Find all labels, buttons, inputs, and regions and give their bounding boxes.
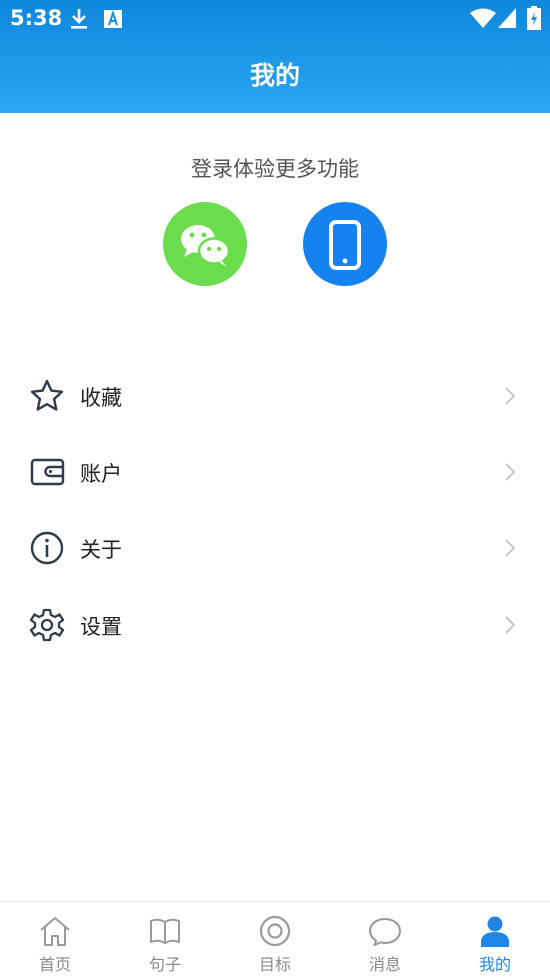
chevron-right-icon xyxy=(505,616,516,634)
wechat-icon xyxy=(181,225,231,266)
wechat-login-button[interactable] xyxy=(163,202,247,286)
home-icon xyxy=(40,917,70,946)
status-time: 5:38 xyxy=(10,6,63,30)
gear-icon xyxy=(29,608,65,642)
tab-label: 首页 xyxy=(38,955,71,974)
chevron-right-icon xyxy=(505,539,516,557)
phone-login-button[interactable] xyxy=(303,202,387,286)
phone-icon xyxy=(329,220,361,270)
battery-icon xyxy=(527,6,541,34)
login-prompt: 登录体验更多功能 xyxy=(191,157,359,181)
menu-item-settings[interactable]: 设置 xyxy=(0,595,550,655)
bottom-tab-bar: 首页 句子 目标 消息 我的 xyxy=(0,901,550,979)
person-icon xyxy=(481,916,509,947)
book-icon xyxy=(150,918,180,944)
wallet-icon xyxy=(30,458,65,486)
menu-item-favorites[interactable]: 收藏 xyxy=(0,366,550,426)
star-icon xyxy=(30,379,64,411)
menu-item-label: 关于 xyxy=(80,538,122,562)
menu-item-label: 账户 xyxy=(80,462,122,486)
chevron-right-icon xyxy=(505,463,516,481)
signal-icon xyxy=(498,8,516,32)
tab-home[interactable]: 首页 xyxy=(0,902,110,979)
menu-item-about[interactable]: 关于 xyxy=(0,518,550,578)
tab-label: 目标 xyxy=(258,955,291,974)
tab-goals[interactable]: 目标 xyxy=(220,902,330,979)
tab-messages[interactable]: 消息 xyxy=(330,902,440,979)
target-icon xyxy=(259,915,291,947)
tab-sentences[interactable]: 句子 xyxy=(110,902,220,979)
menu-item-account[interactable]: 账户 xyxy=(0,442,550,502)
info-icon xyxy=(30,531,64,565)
wifi-icon xyxy=(470,8,496,32)
status-bar: 5:38 xyxy=(0,0,550,38)
tab-label: 我的 xyxy=(478,955,511,974)
chevron-right-icon xyxy=(505,387,516,405)
header-bar: 5:38 我的 xyxy=(0,0,550,113)
menu-item-label: 收藏 xyxy=(80,386,122,410)
menu-item-label: 设置 xyxy=(80,615,122,639)
tab-label: 句子 xyxy=(148,955,181,974)
font-a-icon xyxy=(103,9,123,33)
tab-mine[interactable]: 我的 xyxy=(440,902,550,979)
tab-label: 消息 xyxy=(368,955,401,974)
chat-bubble-icon xyxy=(369,918,401,946)
page-title: 我的 xyxy=(249,61,300,90)
download-icon xyxy=(68,7,90,35)
